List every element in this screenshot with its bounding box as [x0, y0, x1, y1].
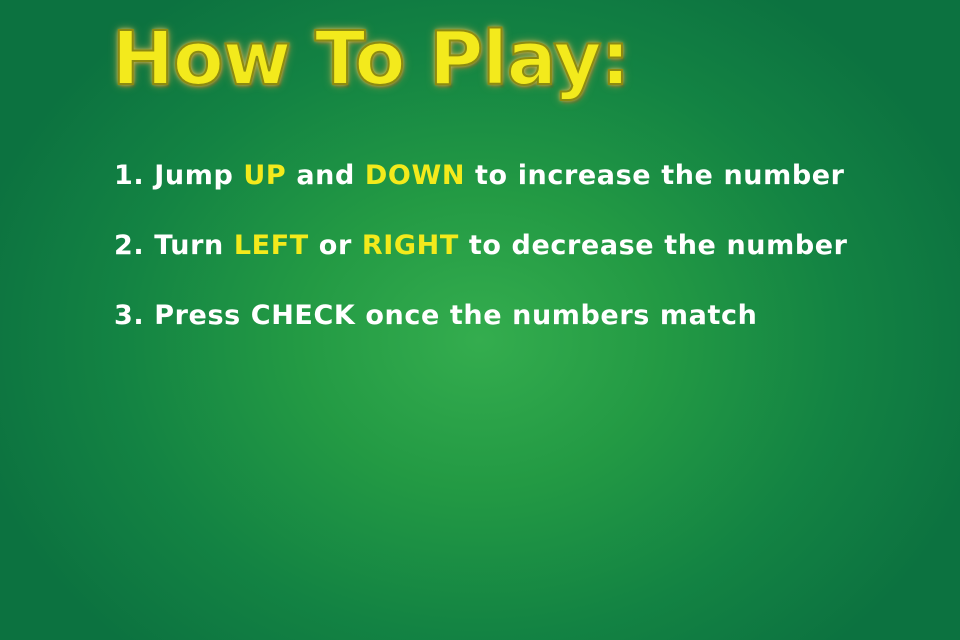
rule-number: 1.: [114, 160, 145, 191]
page-title: How To Play:: [111, 16, 631, 102]
how-to-play-screen: How To Play: 1. Jump UP and DOWN to incr…: [0, 0, 960, 640]
rule-text: and: [296, 160, 355, 191]
rule-text: or: [318, 230, 352, 261]
keyword-down: DOWN: [364, 160, 466, 191]
rule-number: 3.: [114, 300, 145, 331]
rule-text: Jump: [154, 160, 234, 191]
rule-2: 2. Turn LEFT or RIGHT to decrease the nu…: [114, 228, 848, 298]
rule-text: to increase the number: [475, 160, 845, 191]
rule-text: Press CHECK once the numbers match: [154, 300, 758, 331]
rule-3: 3. Press CHECK once the numbers match: [114, 298, 848, 368]
rule-text: Turn: [154, 230, 224, 261]
rules-list: 1. Jump UP and DOWN to increase the numb…: [114, 158, 848, 368]
rule-1: 1. Jump UP and DOWN to increase the numb…: [114, 158, 848, 228]
keyword-up: UP: [243, 160, 287, 191]
keyword-left: LEFT: [233, 230, 309, 261]
keyword-right: RIGHT: [361, 230, 459, 261]
rule-text: to decrease the number: [468, 230, 848, 261]
rule-number: 2.: [114, 230, 145, 261]
